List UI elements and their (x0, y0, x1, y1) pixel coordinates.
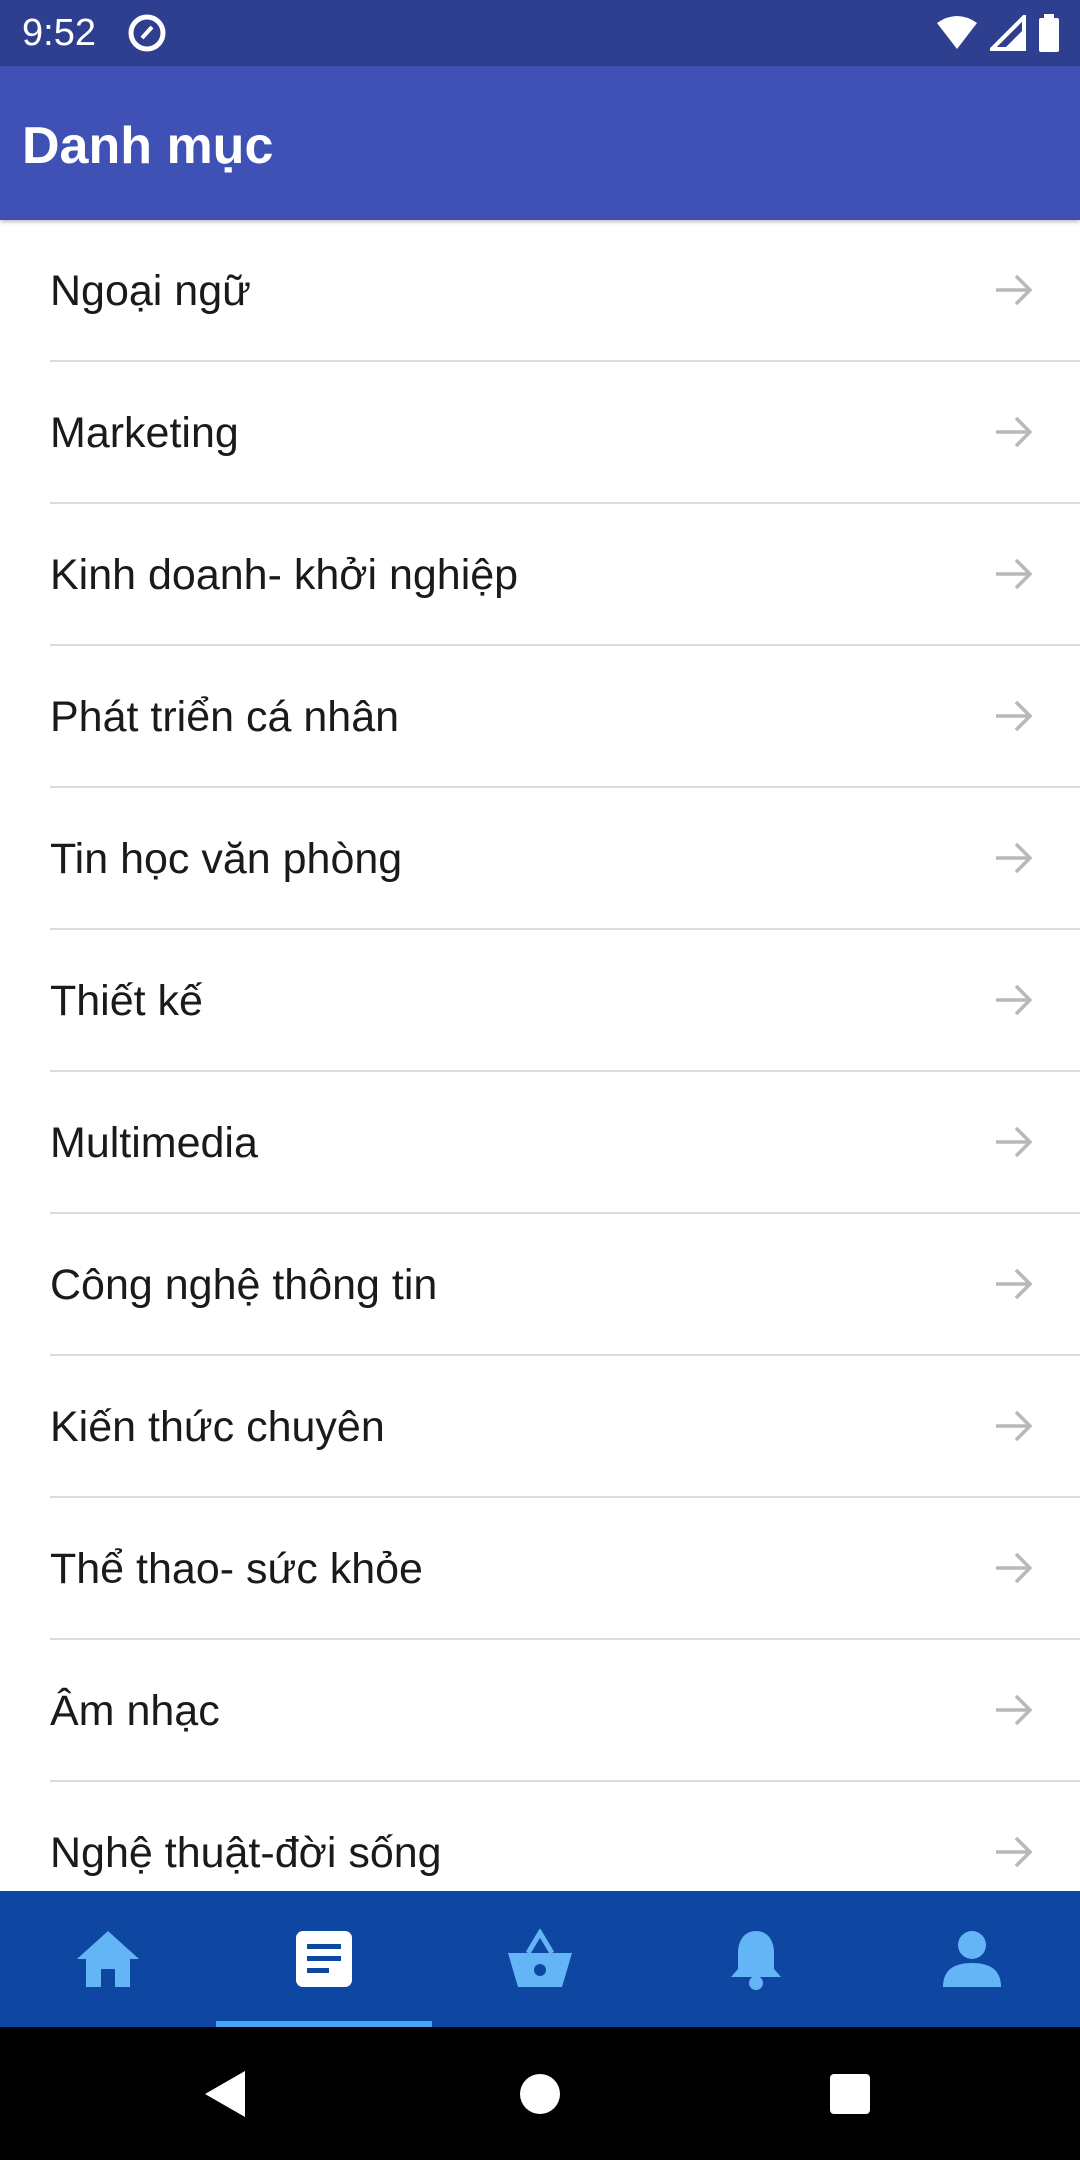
list-item[interactable]: Thể thao- sức khỏe (50, 1498, 1080, 1640)
arrow-right-icon (996, 1552, 1033, 1584)
category-list[interactable]: Ngoại ngữ Marketing Kinh doanh- khởi ngh… (0, 220, 1080, 1891)
arrow-right-icon (996, 558, 1033, 590)
list-item[interactable]: Kiến thức chuyên (50, 1356, 1080, 1498)
list-item[interactable]: Kinh doanh- khởi nghiệp (50, 504, 1080, 646)
recents-icon (830, 2073, 870, 2114)
list-item-label: Kinh doanh- khởi nghiệp (50, 551, 519, 599)
list-item[interactable]: Multimedia (50, 1072, 1080, 1214)
nav-notifications[interactable] (648, 1891, 864, 2027)
nav-cart[interactable] (432, 1891, 648, 2027)
system-recents-button[interactable] (780, 2027, 920, 2160)
app-notification-icon (128, 14, 166, 52)
arrow-right-icon (996, 1694, 1033, 1726)
signal-icon (990, 15, 1026, 51)
page-title: Danh mục (22, 117, 274, 175)
arrow-right-icon (996, 1836, 1033, 1868)
list-item[interactable]: Thiết kế (50, 930, 1080, 1072)
status-bar: 9:52 (0, 0, 1080, 66)
list-item-label: Âm nhạc (50, 1687, 220, 1735)
person-icon (943, 1931, 1001, 1987)
nav-profile[interactable] (864, 1891, 1080, 2027)
list-item[interactable]: Âm nhạc (50, 1640, 1080, 1782)
system-navigation-bar (0, 2027, 1080, 2160)
list-item-label: Kiến thức chuyên (50, 1403, 385, 1451)
basket-icon (508, 1929, 572, 1987)
arrow-right-icon (996, 842, 1033, 874)
arrow-right-icon (996, 416, 1033, 448)
arrow-right-icon (996, 274, 1033, 306)
list-item[interactable]: Tin học văn phòng (50, 788, 1080, 930)
list-item-label: Thiết kế (50, 977, 203, 1025)
list-item[interactable]: Ngoại ngữ (50, 220, 1080, 362)
arrow-right-icon (996, 984, 1033, 1016)
list-item-label: Ngoại ngữ (50, 267, 251, 315)
list-item[interactable]: Marketing (50, 362, 1080, 504)
list-item-label: Thể thao- sức khỏe (50, 1545, 423, 1593)
list-item-label: Nghệ thuật-đời sống (50, 1829, 442, 1877)
list-item-label: Tin học văn phòng (50, 835, 403, 883)
battery-icon (1039, 14, 1059, 52)
list-item-label: Phát triển cá nhân (50, 693, 400, 741)
list-item-label: Công nghệ thông tin (50, 1261, 438, 1309)
nav-categories[interactable] (216, 1891, 432, 2027)
system-back-button[interactable] (155, 2027, 295, 2160)
arrow-right-icon (996, 1268, 1033, 1300)
system-home-button[interactable] (470, 2027, 610, 2160)
arrow-right-icon (996, 1126, 1033, 1158)
list-item[interactable]: Phát triển cá nhân (50, 646, 1080, 788)
status-time: 9:52 (22, 12, 96, 54)
list-item[interactable]: Nghệ thuật-đời sống (50, 1782, 1080, 1891)
arrow-right-icon (996, 700, 1033, 732)
home-circle-icon (520, 2073, 560, 2114)
back-icon (205, 2070, 245, 2117)
arrow-right-icon (996, 1410, 1033, 1442)
app-bar: Danh mục (0, 66, 1080, 220)
bell-icon (731, 1931, 781, 1990)
list-item[interactable]: Công nghệ thông tin (50, 1214, 1080, 1356)
bottom-navigation (0, 1891, 1080, 2027)
nav-home[interactable] (0, 1891, 216, 2027)
home-icon (77, 1931, 139, 1987)
document-icon (296, 1931, 352, 1987)
list-item-label: Marketing (50, 409, 239, 457)
wifi-icon (937, 16, 977, 49)
list-item-label: Multimedia (50, 1119, 258, 1167)
